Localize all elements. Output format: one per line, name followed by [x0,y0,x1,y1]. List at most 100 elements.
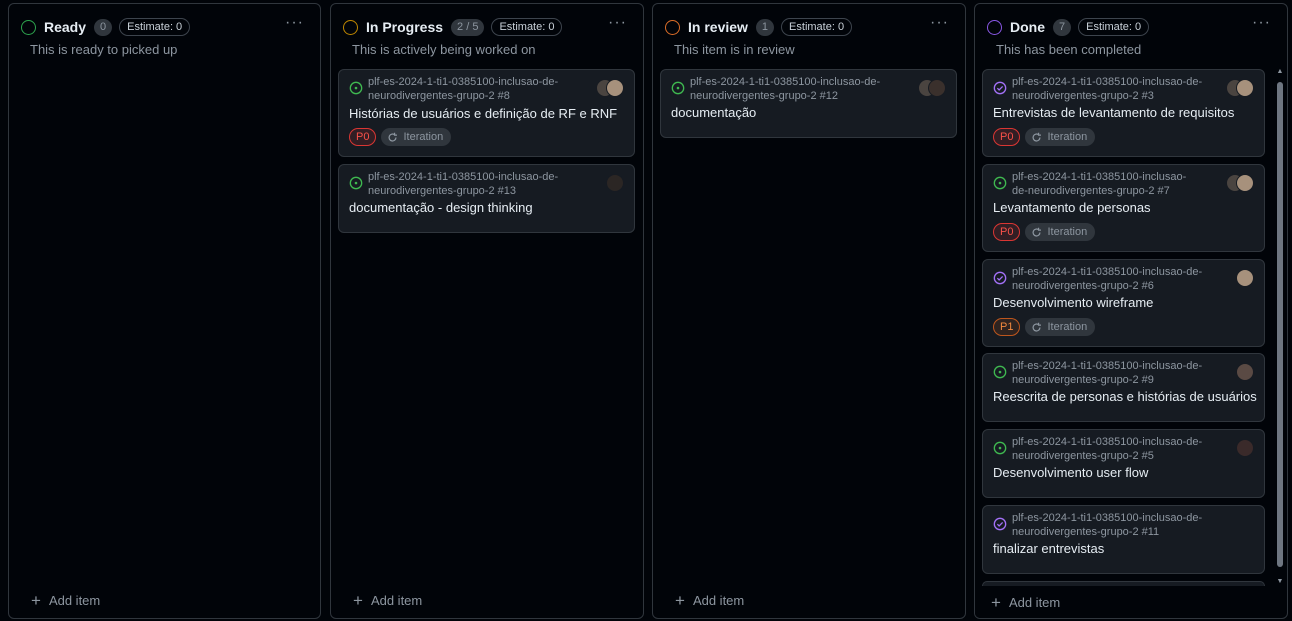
issue-title[interactable]: Reescrita de personas e histórias de usu… [993,389,1257,404]
issue-reference[interactable]: plf-es-2024-1-ti1-0385100-inclusao-de-ne… [368,75,590,103]
issue-reference[interactable]: plf-es-2024-1-ti1-0385100-inclusao-de-ne… [1012,359,1220,387]
add-item-button[interactable]: + Add item [975,586,1273,618]
issue-title[interactable]: documentação [671,105,756,120]
assignees[interactable] [1236,363,1254,381]
avatar [1236,439,1254,457]
item-count-badge: 1 [755,18,775,36]
issue-title[interactable]: Histórias de usuários e definição de RF … [349,106,617,121]
add-item-button[interactable]: + Add item [353,592,422,609]
assignees[interactable] [596,79,624,97]
card-labels: P0 Iteration [993,128,1096,146]
column-more-options-icon[interactable]: ··· [930,14,949,32]
issue-reference[interactable]: plf-es-2024-1-ti1-0385100-inclusao-de-ne… [1012,265,1220,293]
issue-card[interactable]: plf-es-2024-1-ti1-0385100-inclusao-de-ne… [338,69,635,157]
column-done: Done 7 Estimate: 0 ··· This has been com… [974,3,1288,619]
assignees[interactable] [918,79,946,97]
issue-card[interactable]: plf-es-2024-1-ti1-0385100-inclusao-de-ne… [660,69,957,138]
avatar [1236,79,1254,97]
assignees[interactable] [1236,439,1254,457]
column-title: In review [688,19,748,35]
avatar [606,174,624,192]
priority-label: P0 [349,128,377,146]
plus-icon: + [991,592,1001,612]
issue-reference[interactable]: plf-es-2024-1-ti1-0385100-inclusao-de-ne… [1012,170,1220,198]
project-board: Ready 0 Estimate: 0 ··· This is ready to… [0,0,1292,621]
open-issue-icon [993,365,1007,379]
issue-reference[interactable]: plf-es-2024-1-ti1-0385100-inclusao-de-ne… [368,170,590,198]
column-scrollbar[interactable]: ▲ ▼ [1275,68,1285,585]
estimate-badge: Estimate: 0 [491,18,563,36]
avatar [1236,269,1254,287]
assignees[interactable] [606,174,624,192]
issue-title[interactable]: Entrevistas de levantamento de requisito… [993,105,1234,120]
column-title: Ready [44,19,87,35]
avatar [606,79,624,97]
issue-reference[interactable]: plf-es-2024-1-ti1-0385100-inclusao-de-ne… [1012,511,1220,539]
closed-issue-icon [993,271,1007,285]
item-count-badge: 0 [94,18,113,36]
assignees[interactable] [1236,269,1254,287]
column-description: This has been completed [996,42,1142,57]
avatar [1236,174,1254,192]
column-description: This is ready to picked up [30,42,178,57]
issue-card[interactable]: plf-es-2024-1-ti1-0385100-inclusao-de-ne… [982,505,1265,574]
issue-card[interactable]: plf-es-2024-1-ti1-0385100-inclusao-de-ne… [338,164,635,233]
issue-card[interactable]: plf-es-2024-1-ti1-0385100-inclusao-de-ne… [982,69,1265,157]
scrollbar-thumb[interactable] [1277,82,1283,567]
issue-card[interactable]: plf-es-2024-1-ti1-0385100-inclusao-de-ne… [982,429,1265,498]
column-title: Done [1010,19,1045,35]
iteration-icon [1032,132,1042,141]
issue-card[interactable]: plf-es-2024-1-ti1-0385100-inclusao-de-ne… [982,353,1265,422]
assignees[interactable] [1226,174,1254,192]
iteration-icon [1032,322,1042,331]
plus-icon: + [675,590,685,610]
assignees[interactable] [1226,79,1254,97]
issue-reference[interactable]: plf-es-2024-1-ti1-0385100-inclusao-de-ne… [690,75,912,103]
estimate-badge: Estimate: 0 [1078,18,1150,36]
add-item-button[interactable]: + Add item [675,590,745,610]
item-count-badge: 7 [1053,18,1072,36]
item-count-badge: 2 / 5 [451,18,485,36]
issue-title[interactable]: Desenvolvimento user flow [993,465,1148,480]
column-header: Ready 0 Estimate: 0 ··· [21,14,308,38]
priority-label: P0 [993,128,1021,146]
closed-issue-icon [993,81,1007,95]
status-circle-icon [21,19,36,35]
status-circle-icon [987,19,1002,35]
avatar [928,79,946,97]
issue-title[interactable]: Levantamento de personas [993,200,1151,215]
issue-reference[interactable]: plf-es-2024-1-ti1-0385100-inclusao-de-ne… [1012,75,1220,103]
status-circle-icon [665,19,680,35]
iteration-field[interactable]: Iteration [1025,128,1096,146]
iteration-field[interactable]: Iteration [381,128,452,146]
scroll-up-icon[interactable]: ▲ [1275,68,1285,75]
column-in-review: In review 1 Estimate: 0 ··· This item is… [652,3,966,619]
issue-title[interactable]: finalizar entrevistas [993,541,1104,556]
plus-icon: + [31,590,41,610]
column-header: In Progress 2 / 5 Estimate: 0 ··· [343,14,631,38]
card-labels: P1 Iteration [993,318,1096,336]
iteration-field[interactable]: Iteration [1025,318,1096,336]
column-more-options-icon[interactable]: ··· [1252,14,1271,32]
card-labels: P0 Iteration [993,223,1096,241]
column-more-options-icon[interactable]: ··· [608,14,627,32]
issue-title[interactable]: Desenvolvimento wireframe [993,295,1153,310]
issue-title[interactable]: documentação - design thinking [349,200,533,215]
estimate-badge: Estimate: 0 [119,18,191,36]
issue-reference[interactable]: plf-es-2024-1-ti1-0385100-inclusao-de-ne… [1012,435,1220,463]
issue-card[interactable]: plf-es-2024-1-ti1-0385100-inclusao-de-ne… [982,164,1265,252]
column-in-progress: In Progress 2 / 5 Estimate: 0 ··· This i… [330,3,644,619]
open-issue-icon [993,176,1007,190]
column-more-options-icon[interactable]: ··· [285,14,304,32]
column-title: In Progress [366,19,444,35]
issue-card[interactable]: plf-es-2024-1-ti1-0385100-inclusao-de-ne… [982,259,1265,347]
add-item-label: Add item [1008,595,1061,610]
priority-label: P1 [993,318,1021,336]
iteration-field[interactable]: Iteration [1025,223,1096,241]
column-header: Done 7 Estimate: 0 ··· [987,14,1275,38]
add-item-label: Add item [692,593,745,608]
scroll-down-icon[interactable]: ▼ [1275,578,1285,585]
add-item-button[interactable]: + Add item [31,590,100,610]
priority-label: P0 [993,223,1021,241]
open-issue-icon [671,81,685,95]
